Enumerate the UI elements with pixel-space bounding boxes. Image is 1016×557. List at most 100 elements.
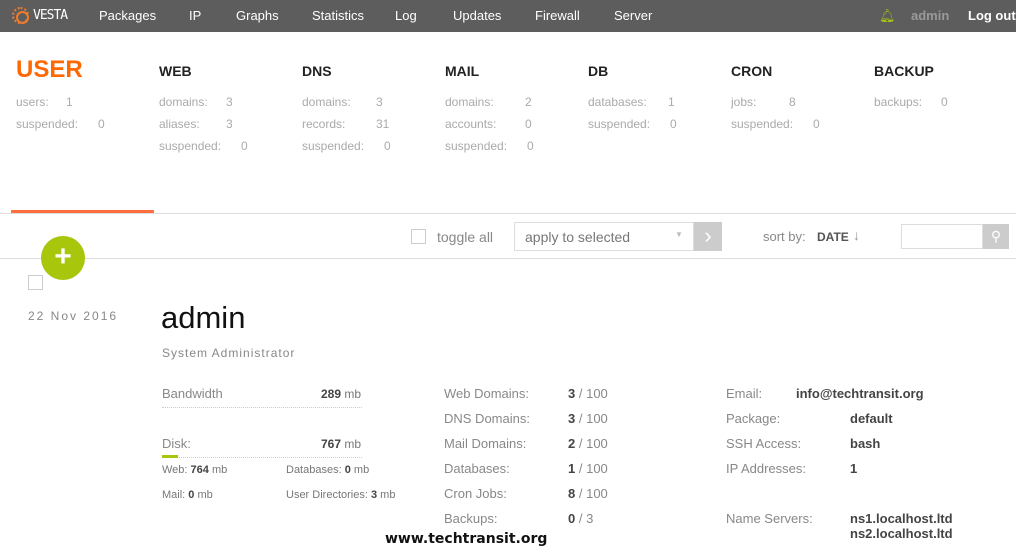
- disk-bar-fill: [162, 455, 178, 458]
- nav-updates[interactable]: Updates: [453, 8, 501, 23]
- divider: [0, 213, 1016, 214]
- bandwidth-label: Bandwidth: [162, 386, 223, 401]
- disk-detail-unit: mb: [211, 464, 228, 476]
- vesta-logo-icon[interactable]: [12, 7, 29, 24]
- stat-title-cron[interactable]: CRON: [731, 63, 772, 79]
- stat-title-db[interactable]: DB: [588, 63, 608, 79]
- stat-label: suspended:: [16, 117, 79, 131]
- search-input[interactable]: [901, 224, 983, 249]
- limit-value: 1 / 100: [568, 461, 608, 476]
- stat-title-user[interactable]: USER: [16, 56, 83, 84]
- info-label: IP Addresses:: [726, 461, 806, 476]
- search-icon[interactable]: ⚲: [983, 224, 1009, 249]
- stat-row: jobs: 8: [731, 95, 796, 109]
- limit-value: 3 / 100: [568, 411, 608, 426]
- stat-label: databases:: [588, 95, 647, 109]
- disk-detail: Web: 764 mb: [162, 464, 227, 476]
- email-label: Email:: [726, 386, 763, 401]
- stat-label: domains:: [159, 95, 208, 109]
- nav-graphs[interactable]: Graphs: [236, 8, 279, 23]
- limit-label: Backups:: [444, 511, 498, 526]
- disk-label: Disk:: [162, 436, 191, 451]
- disk-detail: Mail: 0 mb: [162, 489, 213, 501]
- stat-value: 3: [376, 95, 383, 109]
- stat-label: accounts:: [445, 117, 497, 131]
- limit-label: Databases:: [444, 461, 510, 476]
- limit-used: 8: [568, 486, 576, 501]
- stat-label: domains:: [302, 95, 351, 109]
- stat-title-mail[interactable]: MAIL: [445, 63, 479, 79]
- disk-detail-value: 0: [344, 464, 351, 476]
- stat-label: records:: [302, 117, 346, 131]
- disk-detail-label: Mail:: [162, 489, 186, 501]
- stat-row: suspended: 0: [302, 139, 391, 153]
- disk-detail-unit: mb: [380, 489, 396, 501]
- stat-value: 0: [525, 117, 532, 131]
- disk-detail-label: Databases:: [286, 464, 342, 476]
- limit-value: 2 / 100: [568, 436, 608, 451]
- limit-max: / 100: [578, 486, 608, 501]
- apply-select[interactable]: apply to selected ▼: [514, 222, 694, 251]
- disk-detail: Databases: 0 mb: [286, 464, 369, 476]
- stat-label: jobs:: [731, 95, 757, 109]
- ns-label: Name Servers:: [726, 511, 813, 526]
- chevron-down-icon: ▼: [675, 230, 683, 239]
- apply-button[interactable]: ›: [694, 222, 722, 251]
- stat-value: 0: [527, 139, 534, 153]
- info-label: SSH Access:: [726, 436, 802, 451]
- limit-max: / 100: [578, 411, 608, 426]
- stat-value: 0: [941, 95, 948, 109]
- bandwidth-bar: [162, 407, 362, 408]
- sort-arrow-icon[interactable]: ↓: [853, 227, 860, 243]
- limit-value: 0 / 3: [568, 511, 593, 526]
- nav-statistics[interactable]: Statistics: [312, 8, 364, 23]
- stat-row: suspended: 0: [159, 139, 248, 153]
- stat-value: 1: [668, 95, 675, 109]
- disk-detail-value: 3: [370, 489, 378, 501]
- row-checkbox[interactable]: [28, 275, 43, 290]
- stat-row: domains: 2: [445, 95, 532, 109]
- limit-used: 2: [568, 436, 576, 451]
- disk-detail-value: 764: [190, 464, 209, 476]
- nav-packages[interactable]: Packages: [99, 8, 156, 23]
- limit-max: / 100: [578, 386, 608, 401]
- logo-text[interactable]: VESTA: [33, 8, 68, 23]
- disk-bar: [162, 457, 362, 458]
- stat-title-backup[interactable]: BACKUP: [874, 63, 934, 79]
- disk-number: 767: [321, 437, 342, 451]
- stat-label: suspended:: [588, 117, 651, 131]
- toggle-all-checkbox[interactable]: [411, 229, 426, 244]
- active-tab-underline: [11, 210, 154, 213]
- logout-link[interactable]: Log out: [968, 8, 1016, 23]
- limit-label: Cron Jobs:: [444, 486, 507, 501]
- watermark: www.techtransit.org: [385, 531, 548, 547]
- nav-firewall[interactable]: Firewall: [535, 8, 580, 23]
- nav-ip[interactable]: IP: [189, 8, 201, 23]
- limit-label: Mail Domains:: [444, 436, 527, 451]
- user-name[interactable]: admin: [161, 300, 245, 336]
- nav-log[interactable]: Log: [395, 8, 417, 23]
- email-value: info@techtransit.org: [796, 386, 924, 401]
- nav-server[interactable]: Server: [614, 8, 652, 23]
- divider: [0, 258, 1016, 259]
- disk-detail-value: 0: [188, 489, 195, 501]
- stat-value: 0: [98, 117, 105, 131]
- stat-value: 0: [384, 139, 391, 153]
- info-value: bash: [850, 436, 881, 451]
- nav-user[interactable]: admin: [911, 8, 949, 23]
- disk-detail-unit: mb: [353, 464, 370, 476]
- stat-title-dns[interactable]: DNS: [302, 63, 332, 79]
- add-user-button[interactable]: +: [41, 236, 85, 280]
- stat-value: 0: [813, 117, 820, 131]
- stat-title-web[interactable]: WEB: [159, 63, 192, 79]
- bell-icon[interactable]: 🔔︎: [879, 8, 896, 24]
- ns2: ns2.localhost.ltd: [850, 526, 953, 541]
- limit-used: 3: [568, 411, 576, 426]
- top-nav: VESTA Packages IP Graphs Statistics Log …: [0, 0, 1016, 32]
- disk-detail: User Directories: 3 mb: [286, 489, 395, 501]
- toggle-all-label[interactable]: toggle all: [437, 229, 493, 245]
- sort-value[interactable]: DATE: [817, 230, 849, 244]
- stat-row: records: 31: [302, 117, 389, 131]
- disk-unit: mb: [344, 437, 362, 451]
- stat-row: suspended: 0: [16, 117, 105, 131]
